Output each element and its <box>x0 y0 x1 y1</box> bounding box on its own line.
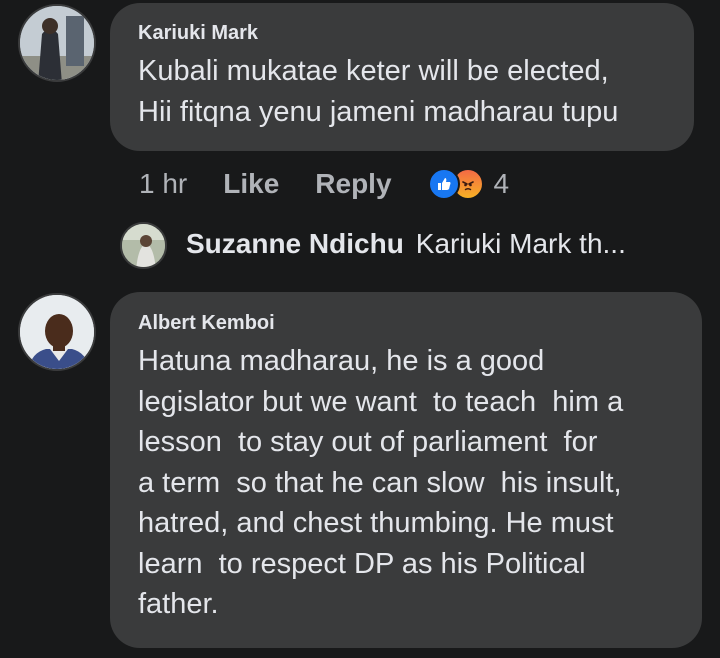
reply-preview[interactable]: Suzanne Ndichu Kariuki Mark th... <box>186 228 626 260</box>
profile-photo <box>20 6 94 80</box>
reply-author[interactable]: Suzanne Ndichu <box>186 228 404 259</box>
comment-bubble: Albert Kemboi Hatuna madharau, he is a g… <box>110 292 702 648</box>
comment-text: Hatuna madharau, he is a good legislator… <box>138 345 624 620</box>
reaction-count[interactable]: 4 <box>494 168 510 200</box>
like-button[interactable]: Like <box>223 168 279 200</box>
comment-timestamp[interactable]: 1 hr <box>139 168 187 200</box>
reply-snippet: Kariuki Mark th... <box>415 228 626 259</box>
profile-photo <box>20 295 94 369</box>
comment-actions: 1 hr Like Reply 4 <box>139 164 509 204</box>
like-icon <box>427 168 460 200</box>
reply-button[interactable]: Reply <box>315 168 391 200</box>
comment-text: Kubali mukatae keter will be elected, Hi… <box>138 55 619 128</box>
comment-author[interactable]: Kariuki Mark <box>138 21 694 45</box>
profile-photo <box>122 224 165 267</box>
reactions-summary[interactable] <box>427 168 484 200</box>
comment-bubble: Kariuki Mark Kubali mukatae keter will b… <box>110 3 694 151</box>
avatar-suzanne-ndichu[interactable] <box>120 222 167 269</box>
avatar-albert-kemboi[interactable] <box>18 293 96 371</box>
comment-author[interactable]: Albert Kemboi <box>138 311 702 335</box>
avatar-kariuki-mark[interactable] <box>18 4 96 82</box>
